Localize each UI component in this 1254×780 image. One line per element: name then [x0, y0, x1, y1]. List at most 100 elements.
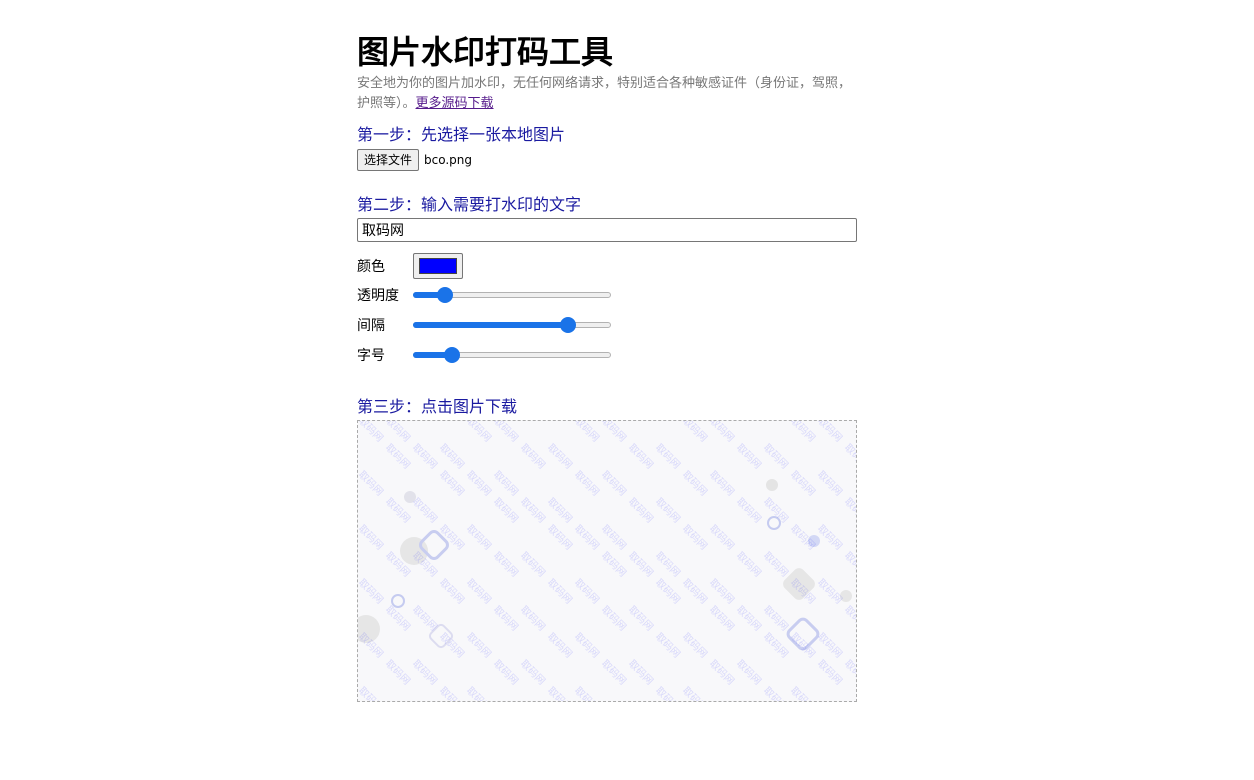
watermark-text-tile: 取码网 — [599, 550, 629, 580]
watermark-text-tile: 取码网 — [491, 469, 521, 499]
watermark-text-tile: 取码网 — [680, 523, 710, 553]
spacing-control: 间隔 — [357, 310, 857, 340]
watermark-text-tile: 取码网 — [572, 685, 602, 701]
watermark-text-tile: 取码网 — [491, 496, 521, 526]
choose-file-button[interactable]: 选择文件 — [357, 149, 420, 171]
watermark-text-tile: 取码网 — [734, 604, 764, 634]
spacing-label: 间隔 — [357, 318, 385, 334]
watermark-text-tile: 取码网 — [545, 631, 575, 661]
watermark-text-tile: 取码网 — [734, 496, 764, 526]
watermark-text-tile: 取码网 — [491, 604, 521, 634]
watermark-text-tile: 取码网 — [358, 421, 386, 444]
watermark-text-tile: 取码网 — [761, 442, 791, 472]
more-source-link[interactable]: 更多源码下载 — [416, 96, 494, 111]
watermark-text-tile: 取码网 — [626, 604, 656, 634]
preview-canvas: 取码网取码网取码网取码网取码网取码网取码网取码网取码网取码网取码网取码网取码网取… — [358, 421, 856, 701]
watermark-text-tile: 取码网 — [788, 421, 818, 444]
watermark-text-input[interactable] — [357, 218, 857, 242]
watermarked-image-preview[interactable]: 取码网 取码网 取码网 取码网 取码网 取码网 取码网 取码网 取码网 取码网 取码网 取码网 取码网取… — [357, 420, 857, 702]
watermark-text-tile: 取码网 — [410, 604, 440, 634]
watermark-text-tile: 取码网 — [680, 421, 710, 444]
color-swatch-fill — [419, 258, 457, 274]
watermark-text-tile: 取码网 — [626, 550, 656, 580]
watermark-text-tile: 取码网 — [491, 421, 521, 444]
watermark-text-tile: 取码网 — [788, 469, 818, 499]
slider-thumb[interactable] — [436, 287, 453, 303]
watermark-text-tile: 取码网 — [358, 469, 386, 499]
watermark-text-tile: 取码网 — [734, 658, 764, 688]
watermark-pattern: 取码网取码网取码网取码网取码网取码网取码网取码网取码网取码网取码网取码网取码网取… — [358, 421, 856, 701]
watermark-text-tile: 取码网 — [761, 550, 791, 580]
watermark-text-tile: 取码网 — [545, 496, 575, 526]
watermark-text-tile: 取码网 — [572, 577, 602, 607]
file-picker: 选择文件 bco.png — [357, 148, 857, 172]
watermark-text-tile: 取码网 — [518, 550, 548, 580]
watermark-text-tile: 取码网 — [680, 469, 710, 499]
font-size-slider[interactable] — [413, 347, 611, 363]
watermark-text-tile: 取码网 — [491, 550, 521, 580]
watermark-text-tile: 取码网 — [464, 421, 494, 444]
watermark-text-tile: 取码网 — [437, 469, 467, 499]
watermark-text-tile: 取码网 — [572, 469, 602, 499]
slider-thumb[interactable] — [443, 347, 460, 363]
watermark-text-tile: 取码网 — [599, 421, 629, 444]
page-title: 图片水印打码工具 — [357, 33, 614, 71]
spacing-slider[interactable] — [413, 317, 611, 333]
watermark-text-tile: 取码网 — [464, 685, 494, 701]
watermark-text-tile: 取码网 — [410, 658, 440, 688]
step3-label: 第三步：点击图片下载 — [357, 397, 518, 416]
watermark-text-tile: 取码网 — [358, 685, 386, 701]
watermark-text-tile: 取码网 — [788, 685, 818, 701]
watermark-text-tile: 取码网 — [572, 421, 602, 444]
watermark-text-tile: 取码网 — [572, 631, 602, 661]
watermark-text-tile: 取码网 — [626, 442, 656, 472]
watermark-text-tile: 取码网 — [383, 442, 413, 472]
watermark-text-tile: 取码网 — [383, 658, 413, 688]
opacity-label: 透明度 — [357, 288, 399, 304]
watermark-text-tile: 取码网 — [707, 658, 737, 688]
selected-file-name: bco.png — [424, 153, 473, 167]
watermark-text-tile: 取码网 — [680, 685, 710, 701]
step1-label: 第一步：先选择一张本地图片 — [357, 125, 566, 144]
color-picker[interactable] — [413, 253, 463, 279]
watermark-text-tile: 取码网 — [599, 523, 629, 553]
watermark-text-tile: 取码网 — [761, 604, 791, 634]
opacity-control: 透明度 — [357, 280, 857, 310]
watermark-text-tile: 取码网 — [815, 421, 845, 444]
watermark-text-tile: 取码网 — [545, 442, 575, 472]
watermark-text-tile: 取码网 — [815, 577, 845, 607]
watermark-text-tile: 取码网 — [626, 496, 656, 526]
watermark-text-tile: 取码网 — [815, 523, 845, 553]
slider-fill — [413, 322, 569, 328]
watermark-text-tile: 取码网 — [358, 523, 386, 553]
watermark-text-tile: 取码网 — [761, 631, 791, 661]
watermark-text-tile: 取码网 — [707, 577, 737, 607]
watermark-text-tile: 取码网 — [599, 469, 629, 499]
watermark-text-tile: 取码网 — [842, 550, 856, 580]
watermark-text-tile: 取码网 — [680, 631, 710, 661]
slider-thumb[interactable] — [560, 317, 577, 333]
watermark-text-tile: 取码网 — [599, 658, 629, 688]
color-label: 颜色 — [357, 259, 385, 275]
watermark-text-tile: 取码网 — [761, 496, 791, 526]
watermark-text-tile: 取码网 — [734, 442, 764, 472]
watermark-text-tile: 取码网 — [653, 577, 683, 607]
watermark-text-tile: 取码网 — [518, 496, 548, 526]
watermark-text-tile: 取码网 — [518, 442, 548, 472]
color-control: 颜色 — [357, 252, 857, 280]
watermark-text-tile: 取码网 — [788, 631, 818, 661]
watermark-text-tile: 取码网 — [545, 685, 575, 701]
watermark-text-tile: 取码网 — [518, 604, 548, 634]
watermark-text-tile: 取码网 — [383, 604, 413, 634]
step2-label: 第二步：输入需要打水印的文字 — [357, 195, 582, 214]
watermark-text-tile: 取码网 — [653, 496, 683, 526]
watermark-text-tile: 取码网 — [599, 604, 629, 634]
watermark-text-tile: 取码网 — [842, 496, 856, 526]
watermark-text-tile: 取码网 — [518, 658, 548, 688]
watermark-text-tile: 取码网 — [653, 442, 683, 472]
watermark-text-tile: 取码网 — [491, 658, 521, 688]
opacity-slider[interactable] — [413, 287, 611, 303]
watermark-text-tile: 取码网 — [383, 421, 413, 444]
watermark-text-tile: 取码网 — [707, 469, 737, 499]
watermark-text-tile: 取码网 — [464, 469, 494, 499]
